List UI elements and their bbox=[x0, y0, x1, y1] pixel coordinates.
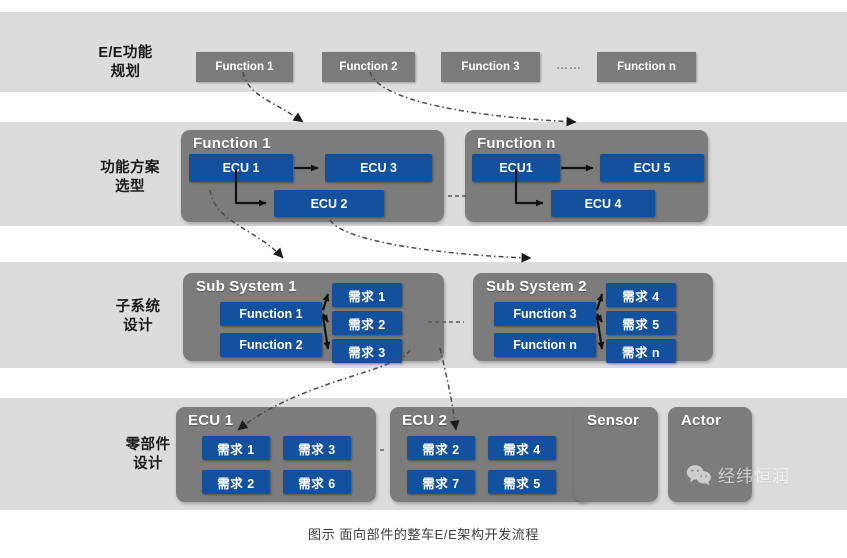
group-function-1-title: Function 1 bbox=[193, 135, 271, 152]
ecu-box-3-label: ECU 3 bbox=[360, 161, 397, 175]
ecu-box-5-label: ECU 5 bbox=[633, 161, 671, 175]
subsystem-2-function-n[interactable]: Function n bbox=[494, 333, 596, 357]
ecu-2-requirement-7-label: 需求 7 bbox=[422, 476, 460, 491]
subsystem-1-function-1[interactable]: Function 1 bbox=[220, 302, 322, 326]
ecu-box-4-label: ECU 4 bbox=[584, 196, 622, 211]
ecu-box-1-label: ECU 1 bbox=[222, 161, 260, 175]
band-label-function-solution-selection: 功能方案 选型 bbox=[100, 160, 160, 195]
subsystem-2-requirement-4[interactable]: 需求 4 bbox=[606, 283, 676, 307]
band-label-ee-function-planning: E/E功能 规划 bbox=[98, 45, 153, 80]
group-ecu-1-title: ECU 1 bbox=[188, 412, 234, 429]
band-ee-function-planning: E/E功能 规划 Function 1 Function 2 Function … bbox=[0, 12, 847, 92]
subsystem-2-requirement-n[interactable]: 需求 n bbox=[606, 339, 676, 363]
band-component-design: 零部件 设计 ECU 1 需求 1 需求 3 需求 2 需求 6 ECU 2 需… bbox=[0, 398, 847, 510]
ecu-1-requirement-3[interactable]: 需求 3 bbox=[283, 436, 351, 460]
function-ellipsis: …… bbox=[556, 58, 582, 72]
ecu-1-requirement-6-label: 需求 6 bbox=[298, 476, 336, 491]
group-sub-system-2-title: Sub System 2 bbox=[486, 278, 587, 295]
function-box-1-label: Function 1 bbox=[215, 61, 274, 73]
ecu-1-requirement-2[interactable]: 需求 2 bbox=[202, 470, 270, 494]
function-box-n-label: Function n bbox=[617, 61, 676, 73]
ecu-2-requirement-7[interactable]: 需求 7 bbox=[407, 470, 475, 494]
ecu-2-requirement-5[interactable]: 需求 5 bbox=[488, 470, 556, 494]
subsystem-1-requirement-3-label: 需求 3 bbox=[348, 345, 386, 360]
ecu-box-1n-label: ECU1 bbox=[499, 161, 533, 175]
ecu-2-requirement-4[interactable]: 需求 4 bbox=[488, 436, 556, 460]
function-box-3-label: Function 3 bbox=[461, 61, 520, 73]
function-box-n[interactable]: Function n bbox=[597, 52, 696, 82]
ecu-2-requirement-2-label: 需求 2 bbox=[422, 442, 460, 457]
ecu-1-requirement-3-label: 需求 3 bbox=[298, 442, 336, 457]
subsystem-1-function-2[interactable]: Function 2 bbox=[220, 333, 322, 357]
subsystem-1-function-2-label: Function 2 bbox=[239, 338, 303, 352]
subsystem-1-function-1-label: Function 1 bbox=[239, 307, 303, 321]
ecu-box-2[interactable]: ECU 2 bbox=[274, 190, 384, 217]
function-box-2-label: Function 2 bbox=[339, 61, 398, 73]
ecu-1-requirement-6[interactable]: 需求 6 bbox=[283, 470, 351, 494]
subsystem-2-function-3[interactable]: Function 3 bbox=[494, 302, 596, 326]
band-sub-system-design: 子系统 设计 Sub System 1 Function 1 Function … bbox=[0, 262, 847, 368]
function-box-3[interactable]: Function 3 bbox=[441, 52, 540, 82]
group-actor-title: Actor bbox=[681, 412, 722, 429]
ecu-1-requirement-1[interactable]: 需求 1 bbox=[202, 436, 270, 460]
ecu-box-4[interactable]: ECU 4 bbox=[551, 190, 655, 217]
subsystem-1-requirement-1-label: 需求 1 bbox=[348, 289, 386, 304]
group-sensor-title: Sensor bbox=[587, 412, 640, 429]
ecu-1-requirement-2-label: 需求 2 bbox=[217, 476, 255, 491]
ecu-1-requirement-1-label: 需求 1 bbox=[217, 442, 255, 457]
subsystem-1-requirement-2-label: 需求 2 bbox=[348, 317, 386, 332]
subsystem-1-requirement-1[interactable]: 需求 1 bbox=[332, 283, 402, 307]
group-function-n-title: Function n bbox=[477, 135, 556, 152]
wechat-icon bbox=[686, 464, 711, 485]
ecu-box-1n[interactable]: ECU1 bbox=[472, 154, 560, 182]
subsystem-2-requirement-5-label: 需求 5 bbox=[622, 317, 660, 332]
ecu-2-requirement-4-label: 需求 4 bbox=[503, 442, 541, 457]
group-sub-system-1-title: Sub System 1 bbox=[196, 278, 297, 295]
subsystem-2-function-n-label: Function n bbox=[513, 338, 577, 352]
watermark-text: 经纬恒润 bbox=[718, 467, 790, 486]
band-label-sub-system-design: 子系统 设计 bbox=[115, 299, 161, 334]
ecu-box-3[interactable]: ECU 3 bbox=[325, 154, 432, 182]
ecu-2-requirement-5-label: 需求 5 bbox=[503, 476, 541, 491]
diagram-canvas: E/E功能 规划 Function 1 Function 2 Function … bbox=[0, 0, 847, 558]
ecu-box-5[interactable]: ECU 5 bbox=[600, 154, 704, 182]
subsystem-1-requirement-2[interactable]: 需求 2 bbox=[332, 311, 402, 335]
subsystem-2-requirement-4-label: 需求 4 bbox=[622, 289, 660, 304]
subsystem-2-function-3-label: Function 3 bbox=[513, 307, 577, 321]
figure-caption: 图示 面向部件的整车E/E架构开发流程 bbox=[308, 527, 539, 542]
band-function-solution-selection: 功能方案 选型 Function 1 ECU 1 ECU 3 ECU 2 Fun… bbox=[0, 122, 847, 226]
function-box-2[interactable]: Function 2 bbox=[322, 52, 415, 82]
subsystem-1-requirement-3[interactable]: 需求 3 bbox=[332, 339, 402, 363]
ecu-box-2-label: ECU 2 bbox=[310, 196, 348, 211]
subsystem-2-requirement-5[interactable]: 需求 5 bbox=[606, 311, 676, 335]
subsystem-2-requirement-n-label: 需求 n bbox=[621, 345, 661, 360]
watermark: 经纬恒润 bbox=[686, 462, 790, 487]
function-box-1[interactable]: Function 1 bbox=[196, 52, 293, 82]
ecu-box-1[interactable]: ECU 1 bbox=[189, 154, 293, 182]
group-ecu-2-title: ECU 2 bbox=[402, 412, 448, 429]
ecu-2-requirement-2[interactable]: 需求 2 bbox=[407, 436, 475, 460]
